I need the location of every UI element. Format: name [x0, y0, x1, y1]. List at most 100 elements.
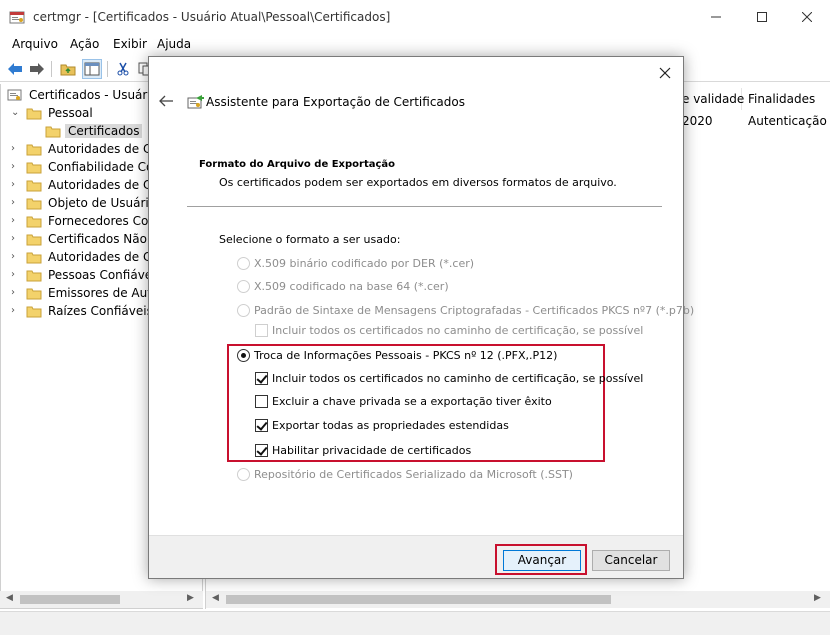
toolbar-separator — [107, 61, 108, 77]
chevron-right-icon[interactable]: › — [11, 269, 21, 281]
option-label: Excluir a chave privada se a exportação … — [272, 395, 552, 408]
radio-button[interactable] — [237, 280, 250, 293]
folder-icon — [26, 251, 42, 264]
chevron-right-icon[interactable]: › — [11, 305, 21, 317]
forward-icon — [30, 63, 44, 75]
tree-item-label: Pessoal — [48, 106, 93, 120]
back-arrow-icon[interactable] — [158, 94, 174, 108]
option-label: Padrão de Sintaxe de Mensagens Criptogra… — [254, 304, 695, 317]
tree-item-label: Certificados Não C — [48, 232, 160, 246]
chevron-down-icon[interactable]: ⌄ — [11, 107, 21, 119]
dialog-footer: Avançar Cancelar — [149, 535, 683, 578]
checkbox[interactable] — [255, 395, 268, 408]
forward-button[interactable] — [27, 59, 47, 79]
folder-up-button[interactable] — [58, 59, 78, 79]
toolbar-separator — [51, 61, 52, 77]
radio-button[interactable] — [237, 257, 250, 270]
chevron-right-icon[interactable]: › — [11, 179, 21, 191]
menu-ajuda[interactable]: Ajuda — [157, 37, 191, 51]
menu-acao[interactable]: Ação — [70, 37, 99, 51]
folder-icon — [26, 287, 42, 300]
tree-horizontal-scrollbar[interactable]: ◀ ▶ — [0, 591, 203, 608]
scroll-right-icon[interactable]: ▶ — [814, 593, 821, 603]
folder-icon — [26, 197, 42, 210]
folder-icon — [26, 305, 42, 318]
menu-exibir[interactable]: Exibir — [113, 37, 147, 51]
cut-icon — [117, 62, 129, 76]
cell-validade[interactable]: 2020 — [682, 114, 713, 128]
list-horizontal-scrollbar[interactable]: ◀ ▶ — [206, 591, 830, 608]
menu-bar: Arquivo Ação Exibir Ajuda — [0, 34, 830, 56]
option-label: Exportar todas as propriedades estendida… — [272, 419, 509, 432]
scroll-thumb[interactable] — [20, 595, 120, 604]
column-header-finalidades[interactable]: Finalidades — [742, 88, 830, 110]
scroll-left-icon[interactable]: ◀ — [212, 593, 219, 603]
cancel-button[interactable]: Cancelar — [592, 550, 670, 571]
show-tree-button[interactable] — [82, 59, 102, 79]
menu-arquivo[interactable]: Arquivo — [12, 37, 58, 51]
export-wizard-dialog: Assistente para Exportação de Certificad… — [148, 56, 694, 579]
close-icon — [802, 12, 812, 22]
cut-button[interactable] — [113, 59, 133, 79]
option-label: Troca de Informações Pessoais - PKCS nº … — [254, 349, 558, 362]
tree-item-label: Emissores de Auter — [48, 286, 165, 300]
chevron-right-icon[interactable]: › — [11, 233, 21, 245]
chevron-right-icon[interactable]: › — [11, 161, 21, 173]
chevron-right-icon[interactable]: › — [11, 143, 21, 155]
option-label: Habilitar privacidade de certificados — [272, 444, 472, 457]
window-title: certmgr - [Certificados - Usuário Atual\… — [33, 10, 391, 24]
option-label: X.509 binário codificado por DER (*.cer) — [254, 257, 475, 270]
folder-icon — [26, 233, 42, 246]
checkbox[interactable] — [255, 372, 268, 385]
chevron-right-icon[interactable]: › — [11, 197, 21, 209]
status-bar — [0, 611, 830, 635]
back-icon — [8, 63, 22, 75]
scroll-thumb[interactable] — [226, 595, 611, 604]
format-prompt: Selecione o formato a ser usado: — [219, 233, 401, 246]
folder-icon — [26, 215, 42, 228]
tree-item-label: Raízes Confiáveis d — [48, 304, 165, 318]
minimize-button[interactable] — [693, 0, 739, 34]
chevron-right-icon[interactable]: › — [11, 251, 21, 263]
chevron-right-icon[interactable]: › — [11, 215, 21, 227]
folder-icon — [26, 161, 42, 174]
tree-item-label: Autoridades de Cer — [48, 250, 164, 264]
section-title: Formato do Arquivo de Exportação — [199, 159, 396, 170]
tree-item-label: Autoridades de Cer — [48, 142, 164, 156]
radio-button[interactable] — [237, 468, 250, 481]
certificate-export-icon — [187, 95, 204, 109]
folder-icon — [26, 269, 42, 282]
option-label: Incluir todos os certificados no caminho… — [272, 324, 644, 337]
certificates-store-icon — [7, 89, 23, 102]
certmgr-app-icon — [9, 10, 26, 25]
radio-button[interactable] — [237, 349, 250, 362]
tree-item-label: Fornecedores Conf — [48, 214, 161, 228]
checkbox[interactable] — [255, 324, 268, 337]
scroll-left-icon[interactable]: ◀ — [6, 593, 13, 603]
maximize-button[interactable] — [739, 0, 785, 34]
column-header-validade[interactable]: e validade — [676, 88, 744, 110]
scroll-right-icon[interactable]: ▶ — [187, 593, 194, 603]
show-tree-icon — [84, 62, 100, 76]
cell-finalidades[interactable]: Autenticação d — [748, 114, 830, 128]
minimize-icon — [711, 16, 721, 18]
folder-icon — [26, 107, 42, 120]
back-button[interactable] — [5, 59, 25, 79]
checkbox[interactable] — [255, 419, 268, 432]
folder-icon — [26, 143, 42, 156]
close-icon[interactable] — [657, 65, 673, 81]
header-divider — [187, 206, 662, 207]
title-bar: certmgr - [Certificados - Usuário Atual\… — [0, 0, 830, 34]
folder-icon — [26, 179, 42, 192]
radio-button[interactable] — [237, 304, 250, 317]
close-button[interactable] — [784, 0, 830, 34]
maximize-icon — [757, 12, 767, 22]
next-button-highlight — [495, 544, 587, 575]
option-label: Repositório de Certificados Serializado … — [254, 468, 573, 481]
option-label: X.509 codificado na base 64 (*.cer) — [254, 280, 449, 293]
dialog-title: Assistente para Exportação de Certificad… — [206, 95, 465, 109]
chevron-right-icon[interactable]: › — [11, 287, 21, 299]
tree-item-label: Certificados — [65, 124, 143, 138]
checkbox[interactable] — [255, 444, 268, 457]
folder-up-icon — [60, 64, 76, 76]
